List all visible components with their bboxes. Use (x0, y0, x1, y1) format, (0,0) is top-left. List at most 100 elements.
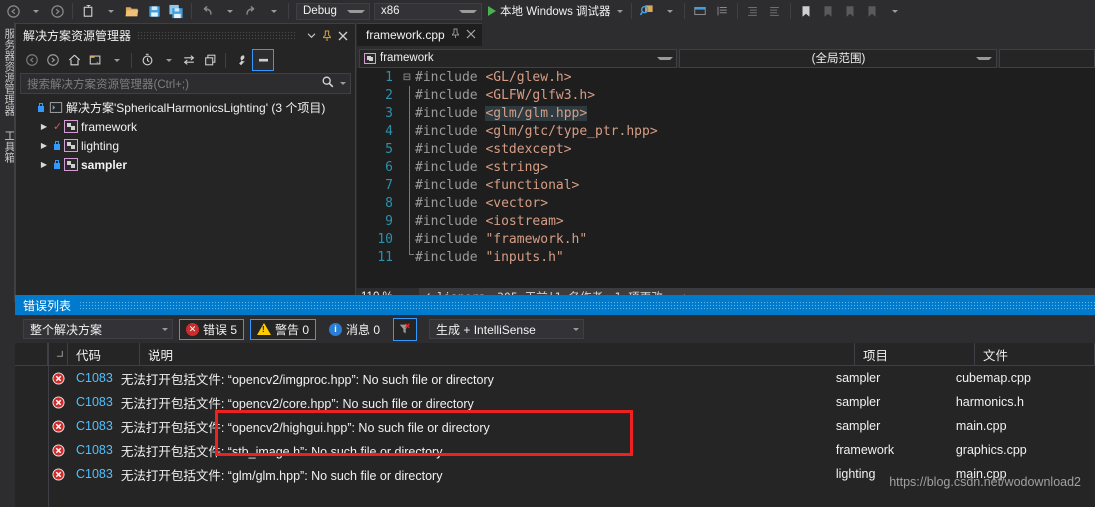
pin-icon[interactable] (319, 27, 335, 45)
close-icon[interactable] (466, 28, 476, 42)
messages-filter-button[interactable]: i 消息 0 (322, 319, 387, 340)
code-line[interactable]: 8 #include <vector> (357, 194, 1095, 212)
column-header-file[interactable]: 文件 (975, 343, 1095, 365)
navigate-back-icon[interactable] (2, 1, 24, 21)
new-item-icon[interactable] (77, 1, 99, 21)
find-dropdown-icon[interactable] (658, 1, 680, 21)
clear-bookmark-icon[interactable] (861, 1, 883, 21)
error-list-toolbar: 整个解决方案 ✕ 错误 5 警告 0 i 消息 0 生成 + IntelliSe… (15, 315, 1095, 343)
code-line[interactable]: 6 #include <string> (357, 158, 1095, 176)
code-line[interactable]: 1 ⊟ #include <GL/glew.h> (357, 68, 1095, 86)
code-area[interactable]: 1 ⊟ #include <GL/glew.h> 2 #include <GLFW/gl… (357, 68, 1095, 280)
chevron-right-icon[interactable]: ▶ (38, 160, 50, 169)
main-toolbar: Debug x86 本地 Windows 调试器 (0, 0, 1095, 22)
chevron-right-icon[interactable]: ▶ (38, 122, 50, 131)
line-number: 9 (385, 213, 393, 229)
severity-column-header[interactable] (48, 343, 68, 365)
project-label: framework (81, 119, 138, 134)
save-all-icon[interactable] (165, 1, 187, 21)
project-icon (64, 158, 78, 171)
code-line[interactable]: 3 #include <glm/glm.hpp> (357, 104, 1095, 122)
back-icon[interactable] (22, 50, 42, 70)
home-icon[interactable] (64, 50, 84, 70)
table-row[interactable]: C1083 无法打开包括文件: “stb_image.h”: No such fi… (15, 438, 1095, 462)
column-header-code[interactable]: 代码 (68, 343, 140, 365)
next-bookmark-icon[interactable] (839, 1, 861, 21)
column-header-project[interactable]: 项目 (855, 343, 975, 365)
clear-filter-button[interactable] (393, 317, 418, 341)
indent-icon[interactable] (742, 1, 764, 21)
error-scope-combo[interactable]: 整个解决方案 (23, 319, 173, 339)
table-row[interactable]: C1083 无法打开包括文件: “opencv2/imgproc.hpp”: No… (15, 366, 1095, 390)
code-line[interactable]: 4 #include <glm/gtc/type_ptr.hpp> (357, 122, 1095, 140)
chevron-right-icon[interactable]: ▶ (38, 141, 50, 150)
undo-icon[interactable] (196, 1, 218, 21)
code-line[interactable]: 2 #include <GLFW/glfw3.h> (357, 86, 1095, 104)
show-all-files-icon[interactable] (179, 50, 199, 70)
navigate-back-dropdown-icon[interactable] (24, 1, 46, 21)
solution-node[interactable]: 解决方案'SphericalHarmonicsLighting' (3 个项目) (16, 98, 355, 117)
pending-changes-icon[interactable] (137, 50, 157, 70)
drag-handle-dots[interactable] (137, 30, 297, 41)
code-line[interactable]: 9 #include <iostream> (357, 212, 1095, 230)
search-icon[interactable] (321, 75, 335, 92)
watermark-text: https://blog.csdn.net/wodownload2 (889, 475, 1081, 489)
properties-icon[interactable] (231, 50, 251, 70)
code-line[interactable]: 7 #include <functional> (357, 176, 1095, 194)
forward-icon[interactable] (43, 50, 63, 70)
column-header-description[interactable]: 说明 (140, 343, 855, 365)
sync-dropdown-icon[interactable] (106, 50, 126, 70)
search-options-chevron-icon[interactable] (340, 82, 346, 85)
code-line[interactable]: 11 #include "inputs.h" (357, 248, 1095, 266)
warnings-filter-button[interactable]: 警告 0 (250, 318, 317, 340)
code-line[interactable]: 10 #include "framework.h" (357, 230, 1095, 248)
prev-bookmark-icon[interactable] (817, 1, 839, 21)
save-icon[interactable] (143, 1, 165, 21)
error-list-header: 错误列表 (15, 295, 1095, 315)
errors-filter-button[interactable]: ✕ 错误 5 (179, 318, 245, 340)
open-file-icon[interactable] (121, 1, 143, 21)
navigate-forward-icon[interactable] (46, 1, 68, 21)
solution-explorer-search[interactable]: 搜索解决方案资源管理器(Ctrl+;) (20, 73, 351, 94)
navigation-type-combo[interactable]: framework (359, 48, 677, 68)
editor-navigation-bar: framework (全局范围) (357, 46, 1095, 69)
undo-dropdown-icon[interactable] (218, 1, 240, 21)
toolbar-overflow-icon[interactable] (883, 1, 905, 21)
sidebar-item-framework[interactable]: ▶ ✓ framework (16, 117, 355, 136)
sync-with-active-document-icon[interactable] (85, 50, 105, 70)
error-description: 无法打开包括文件: “stb_image.h”: No such file or… (120, 444, 443, 459)
pin-icon[interactable] (451, 28, 460, 42)
new-item-dropdown-icon[interactable] (99, 1, 121, 21)
pending-changes-dropdown-icon[interactable] (158, 50, 178, 70)
table-row[interactable]: C1083 无法打开包括文件: “opencv2/core.hpp”: No su… (15, 390, 1095, 414)
close-icon[interactable] (335, 27, 351, 45)
sidebar-item-lighting[interactable]: ▶ lighting (16, 136, 355, 155)
collapse-all-icon[interactable] (200, 50, 220, 70)
modified-check-icon: ✓ (53, 121, 63, 133)
build-filter-value: 生成 + IntelliSense (436, 322, 536, 337)
window-icon[interactable] (689, 1, 711, 21)
chevron-down-icon[interactable] (303, 27, 319, 45)
solution-configuration-combo[interactable]: Debug (296, 2, 370, 20)
build-filter-combo[interactable]: 生成 + IntelliSense (429, 319, 585, 339)
bookmark-icon[interactable] (795, 1, 817, 21)
sidebar-item-sampler[interactable]: ▶ sampler (16, 155, 355, 174)
table-row[interactable]: C1083 无法打开包括文件: “opencv2/highgui.hpp”: No… (15, 414, 1095, 438)
comment-icon[interactable] (711, 1, 733, 21)
tab-framework-cpp[interactable]: framework.cpp (357, 23, 482, 46)
redo-icon[interactable] (240, 1, 262, 21)
navigation-member-combo[interactable]: (全局范围) (679, 48, 997, 68)
outdent-icon[interactable] (764, 1, 786, 21)
code-line[interactable]: 5 #include <stdexcept> (357, 140, 1095, 158)
visual-studio-window: Debug x86 本地 Windows 调试器 服务器资源管理器 工具箱 解决… (0, 0, 1095, 507)
find-icon[interactable] (636, 1, 658, 21)
autohide-tab-server-explorer[interactable]: 服务器资源管理器 (1, 28, 14, 116)
navigation-extra-combo[interactable] (999, 48, 1095, 68)
preview-selected-items-icon[interactable] (252, 49, 274, 71)
autohide-tab-toolbox[interactable]: 工具箱 (1, 130, 14, 163)
start-debugging-button[interactable]: 本地 Windows 调试器 (484, 3, 627, 19)
code-keyword: #include (415, 177, 486, 193)
drag-handle-dots[interactable] (79, 299, 1095, 311)
solution-platform-combo[interactable]: x86 (374, 2, 482, 20)
redo-dropdown-icon[interactable] (262, 1, 284, 21)
